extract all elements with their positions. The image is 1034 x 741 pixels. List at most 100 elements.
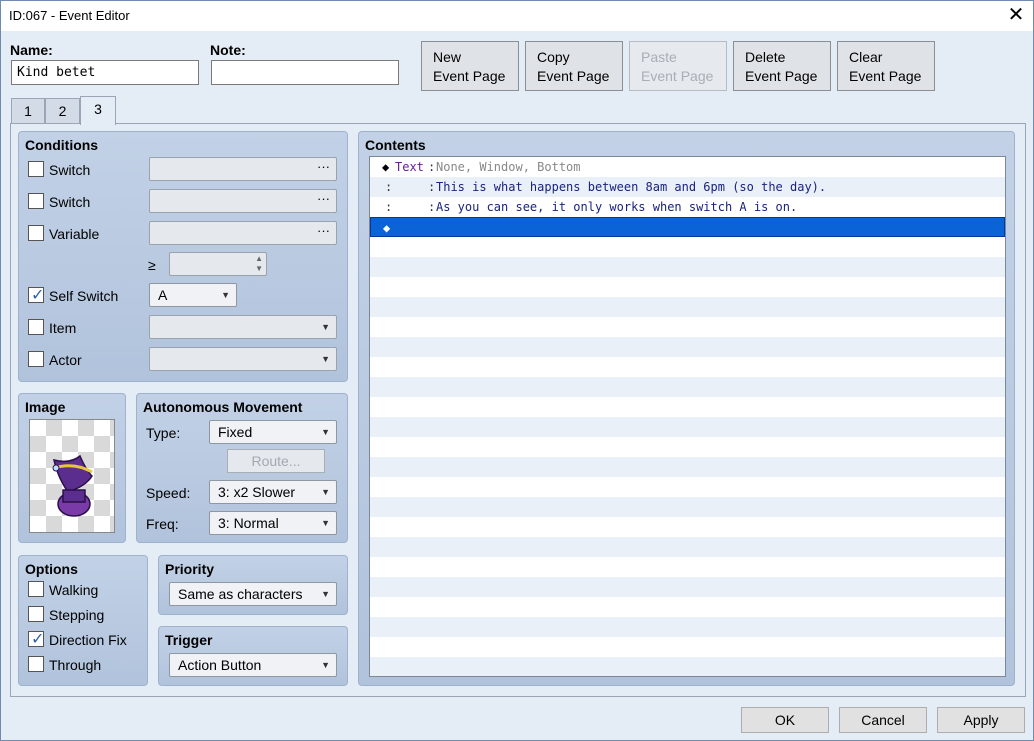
conditions-title: Conditions (25, 137, 99, 153)
self-switch-value: A (158, 287, 168, 303)
title-bar: ID:067 - Event Editor ✕ (1, 1, 1033, 31)
direction-fix-label: Direction Fix (49, 632, 127, 648)
apply-button[interactable]: Apply (937, 707, 1025, 733)
name-field[interactable]: Kind betet (11, 60, 199, 85)
note-field[interactable] (211, 60, 399, 85)
empty-row[interactable] (370, 277, 1005, 297)
empty-row[interactable] (370, 577, 1005, 597)
paste-event-page-button[interactable]: Paste Event Page (629, 41, 727, 91)
movement-type-select[interactable]: Fixed ▼ (209, 420, 337, 444)
priority-select[interactable]: Same as characters ▼ (169, 582, 337, 606)
variable-amount-spinner[interactable]: ▲ ▼ (169, 252, 267, 276)
empty-row[interactable] (370, 317, 1005, 337)
variable-checkbox[interactable] (28, 225, 44, 241)
item-select[interactable]: ▼ (149, 315, 337, 339)
empty-row[interactable] (370, 297, 1005, 317)
empty-row[interactable] (370, 377, 1005, 397)
trigger-value: Action Button (178, 657, 262, 673)
ok-button[interactable]: OK (741, 707, 829, 733)
switch2-checkbox[interactable] (28, 193, 44, 209)
item-checkbox[interactable] (28, 319, 44, 335)
switch1-label: Switch (49, 162, 91, 178)
priority-title: Priority (165, 561, 215, 577)
button-line1: Clear (849, 49, 883, 65)
walking-checkbox[interactable] (28, 581, 44, 597)
empty-row[interactable] (370, 537, 1005, 557)
item-label: Item (49, 320, 77, 336)
empty-row[interactable] (370, 437, 1005, 457)
empty-row[interactable] (370, 657, 1005, 676)
movement-speed-select[interactable]: 3: x2 Slower ▼ (209, 480, 337, 504)
command-row[interactable]: :: This is what happens between 8am and 6… (370, 177, 1005, 197)
self-switch-checkbox[interactable]: ✓ (28, 287, 44, 304)
name-label: Name: (10, 42, 53, 58)
command-row[interactable]: ◆ (370, 217, 1005, 237)
event-command-list[interactable]: ◆ Text: None, Window, Bottom:: This is what… (369, 156, 1006, 677)
delete-event-page-button[interactable]: Delete Event Page (733, 41, 831, 91)
clear-event-page-button[interactable]: Clear Event Page (837, 41, 935, 91)
command-name: : (385, 180, 393, 194)
empty-row[interactable] (370, 397, 1005, 417)
command-name: : (385, 200, 393, 214)
self-switch-label: Self Switch (49, 288, 119, 304)
route-button[interactable]: Route... (227, 449, 325, 473)
walking-label: Walking (49, 582, 99, 598)
freq-label: Freq: (146, 516, 179, 532)
command-row[interactable]: :: As you can see, it only works when swi… (370, 197, 1005, 217)
type-label: Type: (146, 425, 181, 441)
empty-row[interactable] (370, 597, 1005, 617)
button-line2: Event Page (641, 68, 714, 84)
empty-row[interactable] (370, 417, 1005, 437)
movement-type-value: Fixed (218, 424, 253, 440)
empty-row[interactable] (370, 557, 1005, 577)
button-line1: Paste (641, 49, 677, 65)
button-line2: Event Page (745, 68, 818, 84)
actor-checkbox[interactable] (28, 351, 44, 367)
switch1-field[interactable]: ··· (149, 157, 337, 181)
empty-row[interactable] (370, 637, 1005, 657)
close-icon[interactable]: ✕ (1005, 4, 1027, 26)
movement-freq-select[interactable]: 3: Normal ▼ (209, 511, 337, 535)
contents-title: Contents (365, 137, 426, 153)
switch2-field[interactable]: ··· (149, 189, 337, 213)
empty-row[interactable] (370, 257, 1005, 277)
chevron-down-icon: ▼ (321, 322, 330, 332)
direction-fix-checkbox[interactable]: ✓ (28, 631, 44, 648)
button-line1: Delete (745, 49, 786, 65)
ellipsis-icon: ··· (317, 223, 330, 238)
window-title: ID:067 - Event Editor (9, 8, 130, 23)
empty-row[interactable] (370, 357, 1005, 377)
movement-title: Autonomous Movement (143, 399, 303, 415)
speed-label: Speed: (146, 485, 191, 501)
empty-row[interactable] (370, 457, 1005, 477)
switch1-checkbox[interactable] (28, 161, 44, 177)
through-checkbox[interactable] (28, 656, 44, 672)
chevron-down-icon: ▼ (321, 427, 330, 437)
spin-down-icon[interactable]: ▼ (255, 264, 263, 273)
trigger-select[interactable]: Action Button ▼ (169, 653, 337, 677)
empty-row[interactable] (370, 517, 1005, 537)
event-image-preview[interactable] (29, 419, 115, 533)
empty-row[interactable] (370, 237, 1005, 257)
self-switch-select[interactable]: A ▼ (149, 283, 237, 307)
note-label: Note: (210, 42, 246, 58)
variable-field[interactable]: ··· (149, 221, 337, 245)
actor-select[interactable]: ▼ (149, 347, 337, 371)
command-text: None, Window, Bottom (436, 160, 581, 174)
empty-row[interactable] (370, 497, 1005, 517)
tab-page-2[interactable]: 2 (45, 98, 80, 123)
empty-row[interactable] (370, 477, 1005, 497)
command-marker: ◆ (382, 160, 390, 174)
cancel-button[interactable]: Cancel (839, 707, 927, 733)
tab-page-3[interactable]: 3 (80, 96, 116, 125)
chevron-down-icon: ▼ (321, 354, 330, 364)
copy-event-page-button[interactable]: Copy Event Page (525, 41, 623, 91)
empty-row[interactable] (370, 337, 1005, 357)
tab-page-1[interactable]: 1 (11, 98, 45, 123)
empty-row[interactable] (370, 617, 1005, 637)
command-row[interactable]: ◆ Text: None, Window, Bottom (370, 157, 1005, 177)
new-event-page-button[interactable]: New Event Page (421, 41, 519, 91)
spin-up-icon[interactable]: ▲ (255, 254, 263, 263)
stepping-checkbox[interactable] (28, 606, 44, 622)
command-separator: : (428, 200, 436, 214)
